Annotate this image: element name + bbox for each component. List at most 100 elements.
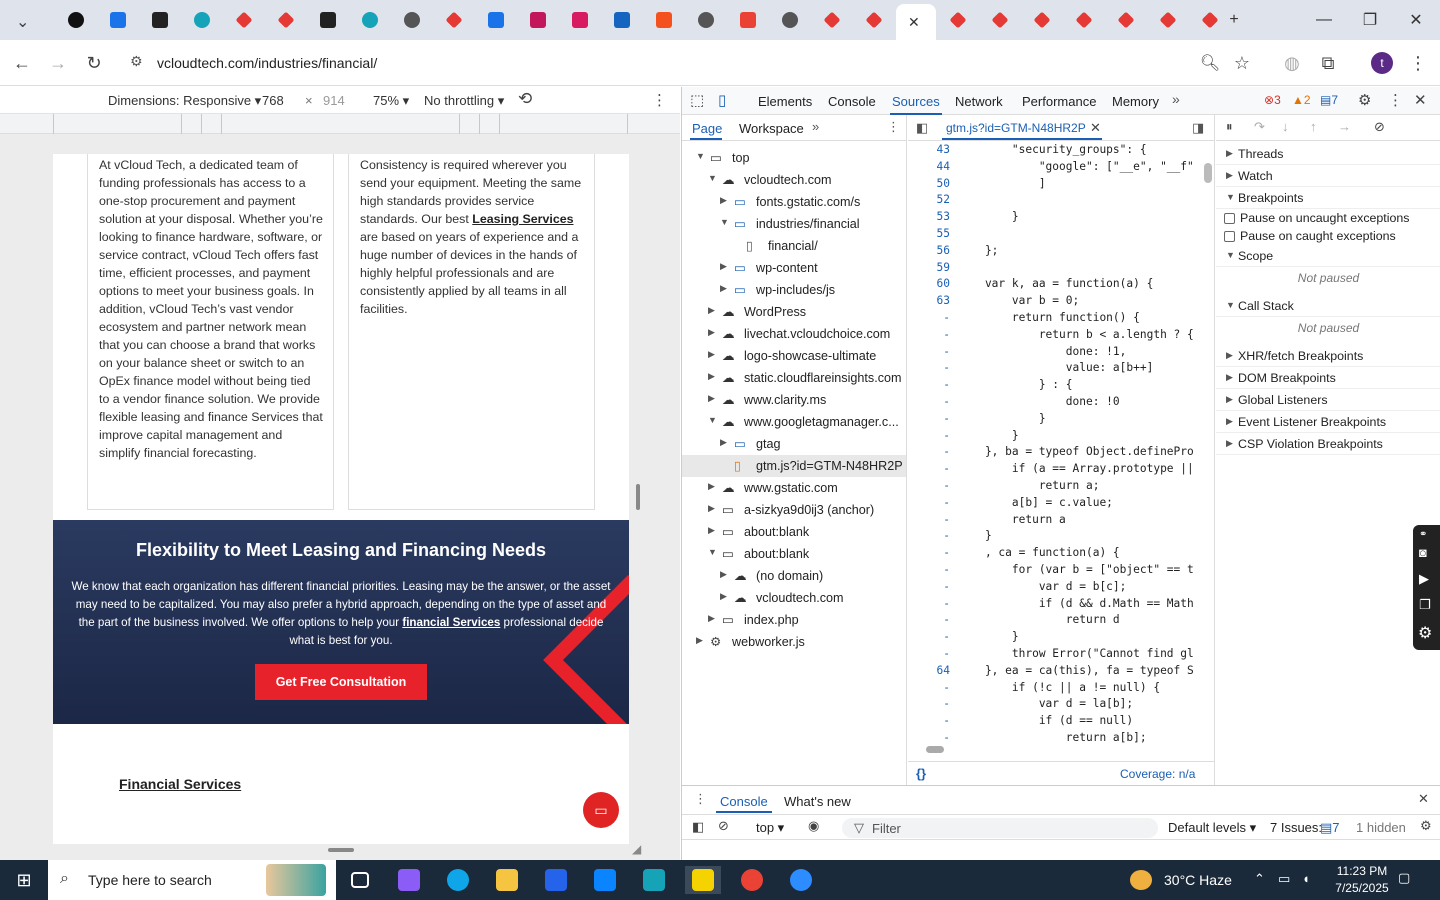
tree-item[interactable]: ▼ ▭ top bbox=[682, 147, 906, 169]
debugger-section[interactable]: ▼ Call Stack bbox=[1216, 295, 1440, 317]
warning-count[interactable]: ▲2 bbox=[1292, 93, 1311, 107]
debugger-section[interactable]: ▶ Global Listeners bbox=[1216, 389, 1440, 411]
site-info-icon[interactable]: ⚙ bbox=[130, 53, 143, 70]
line-number[interactable]: - bbox=[908, 714, 950, 727]
rotate-icon[interactable]: ⟲ bbox=[518, 89, 532, 109]
tree-item[interactable]: ▶ ▭ fonts.gstatic.com/s bbox=[682, 191, 906, 213]
code-line[interactable]: - var d = b[c]; bbox=[908, 580, 1214, 597]
chat-button[interactable]: ▭ bbox=[583, 792, 619, 828]
v-scroll-thumb[interactable] bbox=[1204, 163, 1212, 183]
devtools-tab-network[interactable]: Network bbox=[955, 94, 1003, 109]
devtools-tab-memory[interactable]: Memory bbox=[1112, 94, 1159, 109]
code-line[interactable]: 60 var k, aa = function(a) { bbox=[908, 277, 1214, 294]
debugger-section[interactable]: ▶ CSP Violation Breakpoints bbox=[1216, 433, 1440, 455]
code-line[interactable]: 55 bbox=[908, 227, 1214, 244]
line-number[interactable]: - bbox=[908, 513, 950, 526]
line-number[interactable]: 53 bbox=[908, 210, 950, 223]
code-line[interactable]: - throw Error("Cannot find gl bbox=[908, 647, 1214, 664]
console-sidebar-icon[interactable]: ◧ bbox=[692, 819, 704, 835]
nav-more-icon[interactable]: » bbox=[812, 119, 819, 134]
caret-right-icon[interactable]: ▶ bbox=[708, 349, 715, 360]
deactivate-breakpoints-icon[interactable]: ⊘ bbox=[1374, 119, 1385, 135]
code-line[interactable]: 53 } bbox=[908, 210, 1214, 227]
line-number[interactable]: 59 bbox=[908, 261, 950, 274]
issues-label[interactable]: 7 Issues: bbox=[1270, 820, 1322, 835]
network-icon[interactable]: ▭ bbox=[1278, 871, 1290, 887]
browser-tab[interactable] bbox=[1106, 6, 1146, 34]
bookmark-button[interactable]: ☆ bbox=[1230, 51, 1254, 75]
step-over-icon[interactable]: ↷ bbox=[1254, 119, 1265, 135]
taskbar-app[interactable] bbox=[636, 866, 672, 894]
tree-item[interactable]: ▶ ▭ gtag bbox=[682, 433, 906, 455]
line-number[interactable]: 44 bbox=[908, 160, 950, 173]
context-selector[interactable]: top ▾ bbox=[756, 820, 784, 836]
more-tabs-icon[interactable]: » bbox=[1172, 91, 1180, 107]
back-button[interactable]: ← bbox=[10, 51, 34, 75]
leasing-services-link[interactable]: Leasing Services bbox=[472, 212, 573, 226]
tree-item[interactable]: ▶ ☁ www.gstatic.com bbox=[682, 477, 906, 499]
debugger-section[interactable]: ▶ Event Listener Breakpoints bbox=[1216, 411, 1440, 433]
browser-tab[interactable] bbox=[434, 6, 474, 34]
line-number[interactable]: - bbox=[908, 462, 950, 475]
code-line[interactable]: - for (var b = ["object" == t bbox=[908, 563, 1214, 580]
reload-button[interactable]: ↻ bbox=[82, 51, 106, 75]
taskbar-app[interactable] bbox=[783, 866, 819, 894]
video-icon[interactable]: ▶ bbox=[1419, 571, 1429, 587]
close-file-icon[interactable]: ✕ bbox=[1090, 120, 1101, 136]
caret-right-icon[interactable]: ▶ bbox=[720, 437, 727, 448]
line-number[interactable]: - bbox=[908, 479, 950, 492]
tree-item[interactable]: ▼ ☁ vcloudtech.com bbox=[682, 169, 906, 191]
live-expression-eye-icon[interactable]: ◉ bbox=[808, 818, 819, 834]
debugger-section[interactable]: ▶ Watch bbox=[1216, 165, 1440, 187]
extensions-button[interactable]: ⧉ bbox=[1316, 51, 1340, 75]
line-number[interactable]: - bbox=[908, 412, 950, 425]
browser-tab[interactable] bbox=[392, 6, 432, 34]
caret-right-icon[interactable]: ▶ bbox=[708, 503, 715, 514]
caret-right-icon[interactable]: ▶ bbox=[708, 393, 715, 404]
default-levels-dropdown[interactable]: Default levels ▾ bbox=[1168, 820, 1256, 836]
line-number[interactable]: 64 bbox=[908, 664, 950, 677]
code-line[interactable]: - if (d && d.Math == Math bbox=[908, 597, 1214, 614]
tree-item[interactable]: ▶ ☁ (no domain) bbox=[682, 565, 906, 587]
line-number[interactable]: - bbox=[908, 563, 950, 576]
browser-tab[interactable] bbox=[1148, 6, 1188, 34]
browser-tab[interactable] bbox=[980, 6, 1020, 34]
tree-item[interactable]: ▶ ☁ static.cloudflareinsights.com bbox=[682, 367, 906, 389]
devtools-tab-console[interactable]: Console bbox=[828, 94, 876, 109]
browser-tab[interactable] bbox=[686, 6, 726, 34]
code-line[interactable]: - done: !1, bbox=[908, 345, 1214, 362]
issues-count[interactable]: ▤7 bbox=[1320, 820, 1340, 836]
console-settings-icon[interactable]: ⚙ bbox=[1420, 818, 1432, 834]
viewport-resize-handle[interactable] bbox=[636, 484, 640, 510]
console-filter-input[interactable]: ▽ Filter bbox=[842, 818, 1158, 838]
restore-button[interactable]: ❐ bbox=[1350, 8, 1390, 32]
line-number[interactable]: - bbox=[908, 630, 950, 643]
devtools-tab-performance[interactable]: Performance bbox=[1022, 94, 1096, 109]
caret-right-icon[interactable]: ▶ bbox=[720, 261, 727, 272]
code-line[interactable]: - }, ba = typeof Object.definePro bbox=[908, 445, 1214, 462]
taskbar-app[interactable] bbox=[391, 866, 427, 894]
tree-item[interactable]: ▶ ☁ livechat.vcloudchoice.com bbox=[682, 323, 906, 345]
browser-menu-button[interactable]: ⋮ bbox=[1406, 51, 1430, 75]
line-number[interactable]: - bbox=[908, 361, 950, 374]
caret-down-icon[interactable]: ▼ bbox=[708, 547, 717, 557]
caret-right-icon[interactable]: ▶ bbox=[720, 283, 727, 294]
tree-item[interactable]: ▶ ☁ logo-showcase-ultimate bbox=[682, 345, 906, 367]
line-number[interactable]: 50 bbox=[908, 177, 950, 190]
debugger-section[interactable]: ▶ Threads bbox=[1216, 143, 1440, 165]
editor-file-tab[interactable]: gtm.js?id=GTM-N48HR2P bbox=[946, 121, 1086, 135]
code-line[interactable]: - done: !0 bbox=[908, 395, 1214, 412]
caret-down-icon[interactable]: ▼ bbox=[708, 415, 717, 425]
h-scrollbar[interactable] bbox=[908, 743, 1214, 757]
code-line[interactable]: - return b < a.length ? { bbox=[908, 328, 1214, 345]
throttling-dropdown[interactable]: No throttling ▾ bbox=[424, 93, 504, 109]
inspect-element-icon[interactable]: ⬚ bbox=[690, 91, 704, 109]
taskbar-app[interactable] bbox=[538, 866, 574, 894]
caret-right-icon[interactable]: ▶ bbox=[708, 525, 715, 536]
step-into-icon[interactable]: ↓ bbox=[1282, 119, 1289, 134]
caret-down-icon[interactable]: ▼ bbox=[720, 217, 729, 227]
device-menu-icon[interactable]: ⋮ bbox=[652, 91, 667, 109]
caret-right-icon[interactable]: ▶ bbox=[708, 613, 715, 624]
drawer-tab-console[interactable]: Console bbox=[720, 794, 768, 809]
browser-tab[interactable]: ⌄ bbox=[4, 6, 44, 34]
